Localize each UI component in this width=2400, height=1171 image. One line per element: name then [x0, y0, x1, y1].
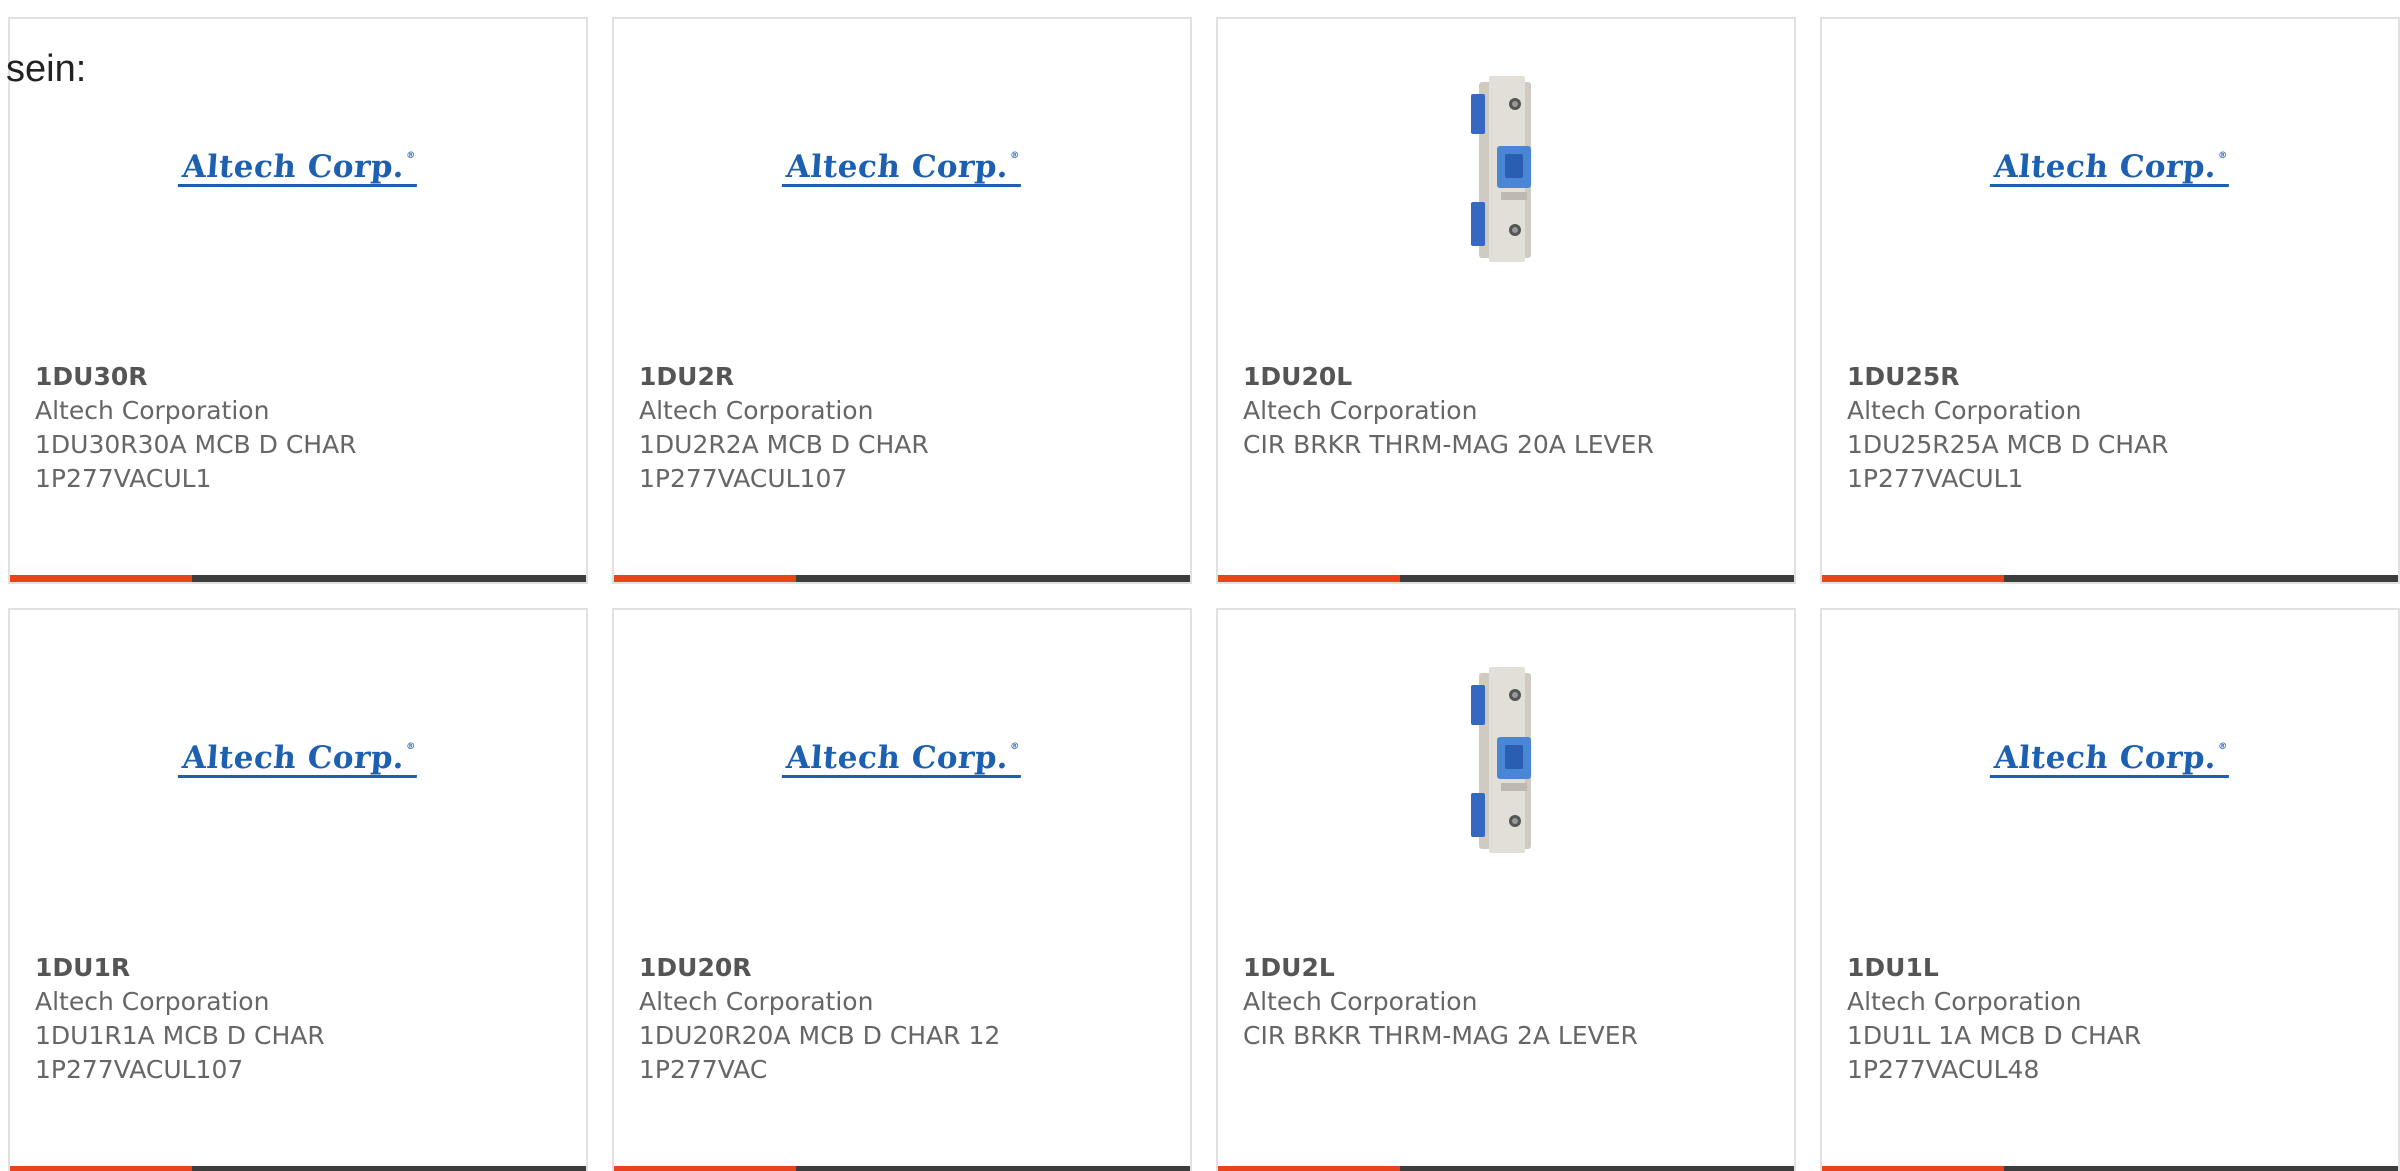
- card-accent-bar: [1218, 1166, 1400, 1171]
- product-info: 1DU30R Altech Corporation 1DU30R30A MCB …: [35, 360, 566, 496]
- description-line-1: 1DU1L 1A MCB D CHAR: [1847, 1021, 2142, 1050]
- description-line-2: 1P277VACUL1: [1847, 464, 2024, 493]
- card-accent-bar: [614, 1166, 796, 1171]
- description-line-2: 1P277VACUL48: [1847, 1055, 2040, 1084]
- card-bottom-bar: [614, 1166, 1190, 1171]
- manufacturer: Altech Corporation: [1847, 987, 2082, 1016]
- product-grid: Altech Corp.® 1DU30R Altech Corporation …: [8, 17, 2400, 1171]
- product-card[interactable]: Altech Corp.® 1DU1R Altech Corporation 1…: [8, 608, 588, 1171]
- description-line-1: 1DU1R1A MCB D CHAR: [35, 1021, 325, 1050]
- product-card[interactable]: Altech Corp.® 1DU1L Altech Corporation 1…: [1820, 608, 2400, 1171]
- product-image: Altech Corp.®: [614, 670, 1190, 850]
- part-number[interactable]: 1DU2L: [1243, 951, 1774, 985]
- product-info: 1DU25R Altech Corporation 1DU25R25A MCB …: [1847, 360, 2378, 496]
- part-number[interactable]: 1DU25R: [1847, 360, 2378, 394]
- part-number[interactable]: 1DU2R: [639, 360, 1170, 394]
- product-image: [1218, 667, 1794, 853]
- card-bottom-bar: [1822, 575, 2398, 582]
- part-number[interactable]: 1DU20R: [639, 951, 1170, 985]
- description-line-2: 1P277VACUL1: [35, 464, 212, 493]
- card-accent-bar: [10, 1166, 192, 1171]
- description-line-2: 1P277VAC: [639, 1055, 768, 1084]
- description-line-1: 1DU30R30A MCB D CHAR: [35, 430, 357, 459]
- description-line-2: 1P277VACUL107: [639, 464, 848, 493]
- manufacturer: Altech Corporation: [1243, 987, 1478, 1016]
- product-info: 1DU1R Altech Corporation 1DU1R1A MCB D C…: [35, 951, 566, 1087]
- product-card[interactable]: Altech Corp.® 1DU25R Altech Corporation …: [1820, 17, 2400, 584]
- product-card[interactable]: Altech Corp.® 1DU30R Altech Corporation …: [8, 17, 588, 584]
- description-line-2: 1P277VACUL107: [35, 1055, 244, 1084]
- card-bottom-bar: [10, 1166, 586, 1171]
- altech-logo: Altech Corp.®: [781, 149, 1023, 187]
- card-accent-bar: [1822, 575, 2004, 582]
- manufacturer: Altech Corporation: [1847, 396, 2082, 425]
- card-accent-bar: [614, 575, 796, 582]
- card-bottom-bar: [614, 575, 1190, 582]
- manufacturer: Altech Corporation: [1243, 396, 1478, 425]
- altech-logo: Altech Corp.®: [177, 740, 419, 778]
- part-number[interactable]: 1DU1L: [1847, 951, 2378, 985]
- product-info: 1DU1L Altech Corporation 1DU1L 1A MCB D …: [1847, 951, 2378, 1087]
- circuit-breaker-photo: [1471, 76, 1531, 262]
- card-bottom-bar: [10, 575, 586, 582]
- manufacturer: Altech Corporation: [35, 987, 270, 1016]
- part-number[interactable]: 1DU20L: [1243, 360, 1774, 394]
- card-accent-bar: [1218, 575, 1400, 582]
- manufacturer: Altech Corporation: [639, 987, 874, 1016]
- product-image: Altech Corp.®: [1822, 79, 2398, 259]
- card-accent-bar: [1822, 1166, 2004, 1171]
- circuit-breaker-photo: [1471, 667, 1531, 853]
- product-info: 1DU20R Altech Corporation 1DU20R20A MCB …: [639, 951, 1170, 1087]
- card-bottom-bar: [1218, 575, 1794, 582]
- product-image: Altech Corp.®: [10, 79, 586, 259]
- altech-logo: Altech Corp.®: [177, 149, 419, 187]
- altech-logo: Altech Corp.®: [1989, 149, 2231, 187]
- product-image: Altech Corp.®: [10, 670, 586, 850]
- part-number[interactable]: 1DU30R: [35, 360, 566, 394]
- description-line-1: 1DU25R25A MCB D CHAR: [1847, 430, 2169, 459]
- description-line-1: 1DU20R20A MCB D CHAR 12: [639, 1021, 1001, 1050]
- product-info: 1DU20L Altech Corporation CIR BRKR THRM-…: [1243, 360, 1774, 462]
- product-info: 1DU2L Altech Corporation CIR BRKR THRM-M…: [1243, 951, 1774, 1053]
- description-line-1: 1DU2R2A MCB D CHAR: [639, 430, 929, 459]
- product-info: 1DU2R Altech Corporation 1DU2R2A MCB D C…: [639, 360, 1170, 496]
- manufacturer: Altech Corporation: [35, 396, 270, 425]
- product-card[interactable]: 1DU20L Altech Corporation CIR BRKR THRM-…: [1216, 17, 1796, 584]
- product-image: Altech Corp.®: [1822, 670, 2398, 850]
- card-accent-bar: [10, 575, 192, 582]
- card-bottom-bar: [1218, 1166, 1794, 1171]
- manufacturer: Altech Corporation: [639, 396, 874, 425]
- part-number[interactable]: 1DU1R: [35, 951, 566, 985]
- lead-text: sein:: [6, 48, 87, 90]
- card-bottom-bar: [1822, 1166, 2398, 1171]
- product-image: [1218, 76, 1794, 262]
- description-line-1: CIR BRKR THRM-MAG 2A LEVER: [1243, 1021, 1638, 1050]
- product-card[interactable]: Altech Corp.® 1DU2R Altech Corporation 1…: [612, 17, 1192, 584]
- product-image: Altech Corp.®: [614, 79, 1190, 259]
- description-line-1: CIR BRKR THRM-MAG 20A LEVER: [1243, 430, 1654, 459]
- page: sein: Altech Corp.® 1DU30R Altech Corpor…: [0, 0, 2400, 1171]
- product-card[interactable]: 1DU2L Altech Corporation CIR BRKR THRM-M…: [1216, 608, 1796, 1171]
- altech-logo: Altech Corp.®: [1989, 740, 2231, 778]
- altech-logo: Altech Corp.®: [781, 740, 1023, 778]
- product-card[interactable]: Altech Corp.® 1DU20R Altech Corporation …: [612, 608, 1192, 1171]
